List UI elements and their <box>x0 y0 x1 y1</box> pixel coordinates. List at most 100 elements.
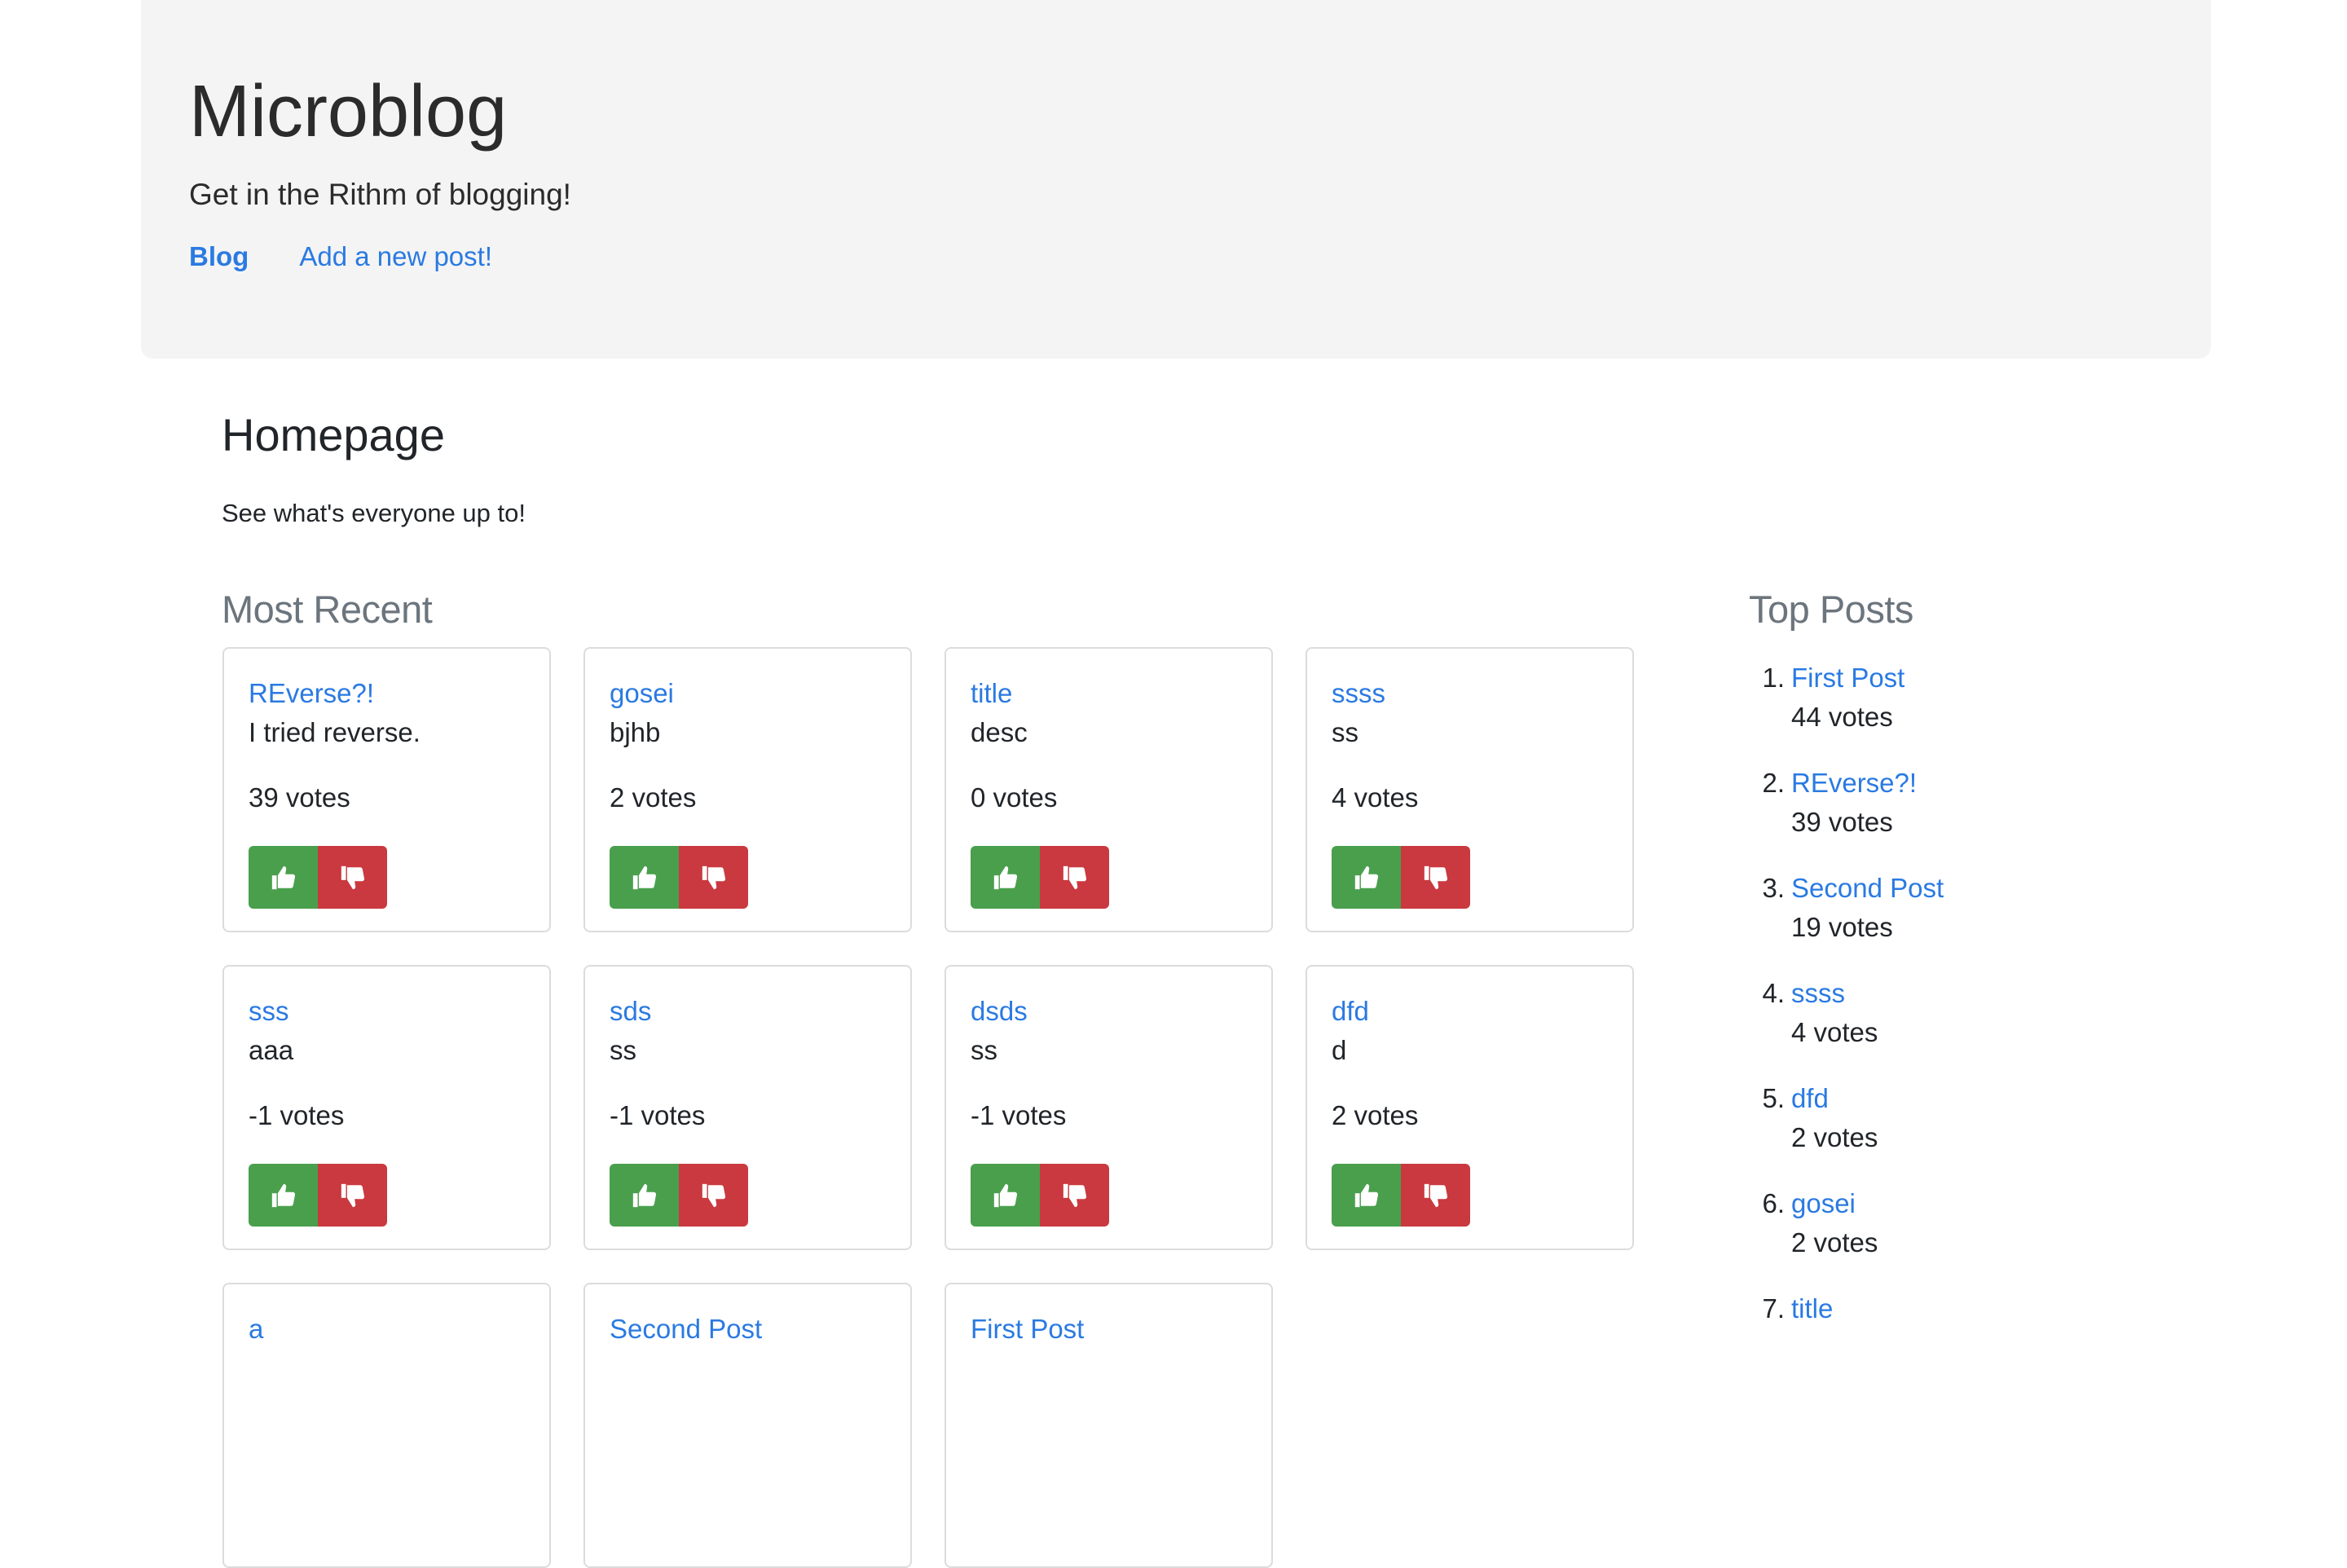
thumbs-up-icon <box>992 864 1019 892</box>
top-post-votes: 44 votes <box>1791 702 1893 732</box>
thumbs-up-icon <box>631 1182 658 1209</box>
top-post-title-link[interactable]: REverse?! <box>1791 769 1917 796</box>
upvote-button[interactable] <box>1332 846 1401 909</box>
upvote-button[interactable] <box>249 846 318 909</box>
top-post-item: 5. dfd 2 votes <box>1760 1083 1878 1190</box>
upvote-button[interactable] <box>610 1164 679 1227</box>
post-description: ss <box>610 1035 636 1065</box>
post-card: ssss ss 4 votes <box>1306 647 1634 932</box>
top-post-title-link[interactable]: ssss <box>1791 980 1845 1006</box>
vote-buttons <box>610 846 748 909</box>
post-card: REverse?! I tried reverse. 39 votes <box>222 647 551 932</box>
nav-link-blog[interactable]: Blog <box>189 243 249 270</box>
thumbs-down-icon <box>700 864 728 892</box>
upvote-button[interactable] <box>610 846 679 909</box>
recent-posts-grid: REverse?! I tried reverse. 39 votes gosei bj… <box>222 647 1657 1568</box>
thumbs-up-icon <box>631 864 658 892</box>
thumbs-up-icon <box>270 1182 297 1209</box>
post-title-link[interactable]: a <box>249 1315 263 1342</box>
post-votes: 2 votes <box>1332 1100 1419 1130</box>
post-title-link[interactable]: dsds <box>971 998 1028 1024</box>
thumbs-down-icon <box>1061 864 1089 892</box>
top-post-item: 1. First Post 44 votes <box>1760 663 1904 769</box>
post-title-link[interactable]: sss <box>249 998 289 1024</box>
site-tagline: Get in the Rithm of blogging! <box>189 178 571 211</box>
thumbs-down-icon <box>1422 864 1450 892</box>
post-description: ss <box>971 1035 997 1065</box>
top-post-item: 6. gosei 2 votes <box>1760 1190 1878 1295</box>
post-title-link[interactable]: REverse?! <box>249 680 374 707</box>
downvote-button[interactable] <box>1040 1164 1109 1227</box>
post-description: ss <box>1332 717 1358 747</box>
post-votes: 4 votes <box>1332 782 1419 813</box>
post-description: aaa <box>249 1035 294 1065</box>
thumbs-down-icon <box>1061 1182 1089 1209</box>
page-subtitle: See what's everyone up to! <box>222 499 526 527</box>
main-nav: Blog Add a new post! <box>189 243 492 270</box>
upvote-button[interactable] <box>971 1164 1040 1227</box>
post-card: sss aaa -1 votes <box>222 965 551 1250</box>
vote-buttons <box>971 1164 1109 1227</box>
post-card: Second Post <box>583 1283 912 1568</box>
top-post-rank: 1. <box>1762 663 1785 693</box>
top-post-title-link[interactable]: First Post <box>1791 664 1904 691</box>
downvote-button[interactable] <box>318 846 387 909</box>
downvote-button[interactable] <box>1401 1164 1470 1227</box>
post-title-link[interactable]: First Post <box>971 1315 1084 1342</box>
vote-buttons <box>971 846 1109 909</box>
downvote-button[interactable] <box>679 846 748 909</box>
post-votes: 39 votes <box>249 782 350 813</box>
top-post-item: 4. ssss 4 votes <box>1760 978 1878 1085</box>
top-post-votes: 39 votes <box>1791 807 1893 837</box>
top-post-title-link[interactable]: Second Post <box>1791 874 1944 901</box>
thumbs-up-icon <box>1353 864 1380 892</box>
top-post-item: 3. Second Post 19 votes <box>1760 873 1944 980</box>
upvote-button[interactable] <box>1332 1164 1401 1227</box>
downvote-button[interactable] <box>318 1164 387 1227</box>
post-votes: -1 votes <box>610 1100 706 1130</box>
vote-buttons <box>1332 846 1470 909</box>
top-post-rank: 4. <box>1762 978 1785 1008</box>
most-recent-heading: Most Recent <box>222 588 433 631</box>
post-title-link[interactable]: ssss <box>1332 680 1385 707</box>
nav-link-add-post[interactable]: Add a new post! <box>299 243 492 270</box>
top-post-rank: 2. <box>1762 768 1785 798</box>
upvote-button[interactable] <box>249 1164 318 1227</box>
top-post-votes: 2 votes <box>1791 1227 1878 1257</box>
post-card: First Post <box>945 1283 1273 1568</box>
downvote-button[interactable] <box>1401 846 1470 909</box>
upvote-button[interactable] <box>971 846 1040 909</box>
post-card: title desc 0 votes <box>945 647 1273 932</box>
post-description: I tried reverse. <box>249 717 421 747</box>
top-post-rank: 5. <box>1762 1083 1785 1113</box>
vote-buttons <box>249 846 387 909</box>
top-post-rank: 7. <box>1762 1293 1785 1324</box>
top-post-title-link[interactable]: title <box>1791 1295 1833 1322</box>
post-card: sds ss -1 votes <box>583 965 912 1250</box>
site-header: Microblog Get in the Rithm of blogging! … <box>141 0 2211 359</box>
thumbs-up-icon <box>1353 1182 1380 1209</box>
post-votes: 0 votes <box>971 782 1058 813</box>
post-card: gosei bjhb 2 votes <box>583 647 912 932</box>
post-title-link[interactable]: Second Post <box>610 1315 762 1342</box>
top-post-title-link[interactable]: gosei <box>1791 1190 1856 1217</box>
page-title: Homepage <box>222 409 445 460</box>
post-title-link[interactable]: dfd <box>1332 998 1369 1024</box>
post-description: bjhb <box>610 717 661 747</box>
top-posts-list: 1. First Post 44 votes 2. REverse?! 39 votes 3… <box>1760 663 1944 1400</box>
thumbs-up-icon <box>992 1182 1019 1209</box>
post-card: dfd d 2 votes <box>1306 965 1634 1250</box>
vote-buttons <box>610 1164 748 1227</box>
post-title-link[interactable]: gosei <box>610 680 674 707</box>
post-description: d <box>1332 1035 1347 1065</box>
top-post-votes: 19 votes <box>1791 912 1893 942</box>
post-title-link[interactable]: title <box>971 680 1012 707</box>
downvote-button[interactable] <box>679 1164 748 1227</box>
downvote-button[interactable] <box>1040 846 1109 909</box>
top-post-rank: 3. <box>1762 873 1785 903</box>
top-post-title-link[interactable]: dfd <box>1791 1085 1829 1112</box>
post-title-link[interactable]: sds <box>610 998 651 1024</box>
thumbs-down-icon <box>700 1182 728 1209</box>
site-title: Microblog <box>189 71 508 152</box>
top-post-item: 7. title <box>1760 1293 1833 1400</box>
